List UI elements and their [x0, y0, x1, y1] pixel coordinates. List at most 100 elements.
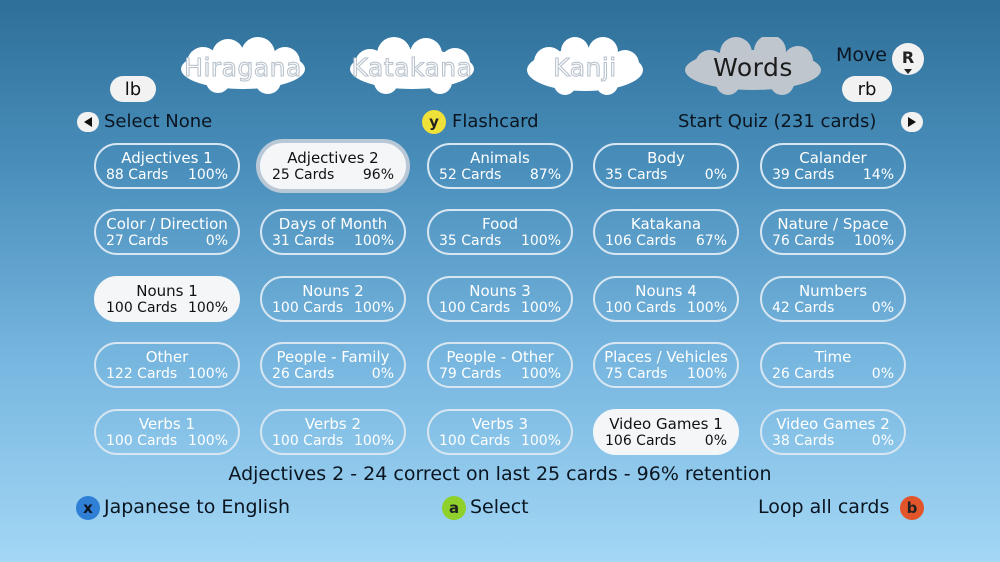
deck-retention-percent: 100% — [353, 233, 394, 249]
deck-card[interactable]: Verbs 1 100 Cards 100% — [94, 409, 240, 455]
deck-name: Verbs 2 — [304, 415, 362, 433]
deck-card-count: 88 Cards — [106, 167, 169, 183]
deck-card[interactable]: People - Other 79 Cards 100% — [427, 342, 573, 388]
deck-card[interactable]: Video Games 1 106 Cards 0% — [593, 409, 739, 455]
deck-name: Body — [647, 149, 685, 167]
deck-retention-percent: 100% — [187, 433, 228, 449]
deck-name: Katakana — [630, 215, 702, 233]
select-none-label[interactable]: Select None — [104, 111, 212, 132]
deck-card[interactable]: Time 26 Cards 0% — [760, 342, 906, 388]
deck-card[interactable]: Nouns 2 100 Cards 100% — [260, 276, 406, 322]
deck-card-count: 39 Cards — [772, 167, 835, 183]
deck-name: People - Family — [276, 348, 390, 366]
deck-card-count: 26 Cards — [272, 366, 335, 382]
left-arrow-icon[interactable] — [77, 112, 99, 132]
deck-card-count: 100 Cards — [605, 300, 677, 316]
deck-card[interactable]: Video Games 2 38 Cards 0% — [760, 409, 906, 455]
deck-name: Verbs 1 — [138, 415, 196, 433]
deck-card[interactable]: Nouns 1 100 Cards 100% — [94, 276, 240, 322]
deck-card-count: 52 Cards — [439, 167, 502, 183]
deck-card-count: 27 Cards — [106, 233, 169, 249]
deck-card-count: 100 Cards — [106, 433, 178, 449]
deck-card[interactable]: Nouns 4 100 Cards 100% — [593, 276, 739, 322]
right-arrow-icon[interactable] — [901, 112, 923, 132]
deck-name: Nouns 3 — [469, 282, 531, 300]
deck-retention-percent: 67% — [695, 233, 727, 249]
rb-label: rb — [857, 78, 877, 100]
deck-card[interactable]: Numbers 42 Cards 0% — [760, 276, 906, 322]
deck-card-count: 106 Cards — [605, 233, 677, 249]
deck-name: Nouns 2 — [302, 282, 364, 300]
b-button-label: b — [906, 499, 918, 517]
deck-retention-percent: 100% — [353, 433, 394, 449]
deck-name: Calander — [799, 149, 867, 167]
b-button-icon[interactable]: b — [900, 496, 924, 520]
deck-card[interactable]: Nouns 3 100 Cards 100% — [427, 276, 573, 322]
deck-name: Time — [814, 348, 852, 366]
y-button-icon[interactable]: y — [422, 110, 446, 134]
right-stick-icon[interactable]: R — [892, 43, 924, 75]
deck-card[interactable]: Places / Vehicles 75 Cards 100% — [593, 342, 739, 388]
deck-card[interactable]: Verbs 2 100 Cards 100% — [260, 409, 406, 455]
tab-katakana[interactable]: Katakana — [342, 37, 482, 97]
deck-card-count: 35 Cards — [605, 167, 668, 183]
deck-card[interactable]: Nature / Space 76 Cards 100% — [760, 209, 906, 255]
deck-retention-percent: 0% — [704, 167, 727, 183]
deck-name: Adjectives 1 — [121, 149, 213, 167]
direction-label[interactable]: Japanese to English — [104, 496, 290, 518]
deck-card[interactable]: Color / Direction 27 Cards 0% — [94, 209, 240, 255]
deck-card[interactable]: Body 35 Cards 0% — [593, 143, 739, 189]
deck-name: Nouns 4 — [635, 282, 697, 300]
deck-card[interactable]: Katakana 106 Cards 67% — [593, 209, 739, 255]
deck-retention-percent: 14% — [862, 167, 894, 183]
a-button-icon[interactable]: a — [442, 496, 466, 520]
tab-label: Words — [713, 52, 793, 82]
deck-card-count: 42 Cards — [772, 300, 835, 316]
deck-card[interactable]: Adjectives 1 88 Cards 100% — [94, 143, 240, 189]
deck-name: Adjectives 2 — [287, 149, 379, 167]
lb-bumper-button[interactable]: lb — [110, 76, 156, 102]
deck-card-count: 75 Cards — [605, 366, 668, 382]
rb-bumper-button[interactable]: rb — [842, 76, 892, 102]
deck-card-count: 38 Cards — [772, 433, 835, 449]
x-button-label: x — [83, 499, 93, 517]
start-quiz-label[interactable]: Start Quiz (231 cards) — [678, 111, 876, 132]
deck-card-count: 100 Cards — [106, 300, 178, 316]
deck-retention-percent: 0% — [371, 366, 394, 382]
deck-card[interactable]: Other 122 Cards 100% — [94, 342, 240, 388]
deck-retention-percent: 0% — [871, 300, 894, 316]
deck-card[interactable]: Verbs 3 100 Cards 100% — [427, 409, 573, 455]
deck-card-count: 106 Cards — [605, 433, 677, 449]
deck-card[interactable]: Days of Month 31 Cards 100% — [260, 209, 406, 255]
x-button-icon[interactable]: x — [76, 496, 100, 520]
lb-label: lb — [124, 78, 142, 100]
tab-label: Kanji — [553, 52, 617, 82]
deck-card[interactable]: People - Family 26 Cards 0% — [260, 342, 406, 388]
deck-card[interactable]: Animals 52 Cards 87% — [427, 143, 573, 189]
deck-name: Nature / Space — [777, 215, 889, 233]
deck-card[interactable]: Adjectives 2 25 Cards 96% — [260, 143, 406, 189]
chevron-down-icon — [904, 69, 912, 74]
deck-name: Video Games 2 — [776, 415, 890, 433]
loop-all-cards-label[interactable]: Loop all cards — [758, 496, 889, 518]
deck-card[interactable]: Calander 39 Cards 14% — [760, 143, 906, 189]
tab-words[interactable]: Words — [678, 37, 828, 97]
deck-card-count: 26 Cards — [772, 366, 835, 382]
deck-card-count: 100 Cards — [439, 433, 511, 449]
deck-name: Days of Month — [278, 215, 388, 233]
deck-card[interactable]: Food 35 Cards 100% — [427, 209, 573, 255]
status-line: Adjectives 2 - 24 correct on last 25 car… — [228, 463, 772, 485]
deck-card-count: 100 Cards — [272, 300, 344, 316]
tab-label: Hiragana — [184, 52, 302, 82]
deck-card-count: 25 Cards — [272, 167, 335, 183]
deck-card-count: 100 Cards — [272, 433, 344, 449]
flashcard-label[interactable]: Flashcard — [452, 111, 539, 132]
tab-kanji[interactable]: Kanji — [515, 37, 655, 97]
right-stick-label: R — [901, 47, 915, 67]
deck-retention-percent: 0% — [704, 433, 727, 449]
select-label[interactable]: Select — [470, 496, 529, 518]
tab-hiragana[interactable]: Hiragana — [173, 37, 313, 97]
deck-name: Animals — [470, 149, 530, 167]
tab-label: Katakana — [351, 52, 473, 82]
a-button-label: a — [448, 499, 460, 517]
